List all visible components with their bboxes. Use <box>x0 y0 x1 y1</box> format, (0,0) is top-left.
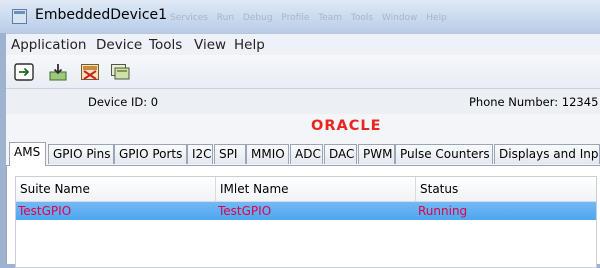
tab-adc[interactable]: ADC <box>290 144 323 164</box>
menu-device[interactable]: Device <box>96 37 142 53</box>
tab-mmio[interactable]: MMIO <box>246 144 289 164</box>
tab-displays-and-input[interactable]: Displays and Inpu <box>494 144 600 164</box>
install-download-icon[interactable] <box>48 63 68 81</box>
table-header: Suite Name IMlet Name Status <box>16 177 596 202</box>
tab-dac[interactable]: DAC <box>324 144 357 164</box>
ams-panel: Suite Name IMlet Name Status TestGPIO Te… <box>6 165 600 268</box>
column-header-imlet-name[interactable]: IMlet Name <box>216 177 416 201</box>
window-titlebar: EmbeddedDevice1 Services Run Debug Profi… <box>0 0 600 33</box>
background-ghost-menu: Services Run Debug Profile Team Tools Wi… <box>170 13 447 23</box>
tab-strip: AMS GPIO Pins GPIO Ports I2C SPI MMIO AD… <box>6 142 600 166</box>
column-header-suite-name[interactable]: Suite Name <box>16 177 216 201</box>
tab-i2c[interactable]: I2C <box>187 144 213 164</box>
tab-pulse-counters[interactable]: Pulse Counters <box>395 144 493 164</box>
screen-display-icon[interactable] <box>110 63 130 81</box>
phone-number-label: Phone Number: 12345 <box>469 95 599 109</box>
run-arrow-icon[interactable] <box>14 63 34 81</box>
tab-spi[interactable]: SPI <box>214 144 246 164</box>
app-icon <box>12 9 27 24</box>
tab-gpio-pins[interactable]: GPIO Pins <box>48 144 114 164</box>
suite-table: Suite Name IMlet Name Status TestGPIO Te… <box>15 176 597 268</box>
device-id-label: Device ID: 0 <box>88 95 159 109</box>
menu-help[interactable]: Help <box>234 37 265 53</box>
main-content: ORACLE AMS GPIO Pins GPIO Ports I2C SPI … <box>6 114 600 268</box>
column-header-status[interactable]: Status <box>416 177 596 201</box>
menu-view[interactable]: View <box>194 37 226 53</box>
cell-imlet-name: TestGPIO <box>218 204 272 218</box>
menu-tools[interactable]: Tools <box>149 37 182 53</box>
tab-gpio-ports[interactable]: GPIO Ports <box>114 144 187 164</box>
cell-suite-name: TestGPIO <box>18 204 72 218</box>
menu-application[interactable]: Application <box>11 37 86 53</box>
tab-ams[interactable]: AMS <box>9 142 46 166</box>
cell-status: Running <box>418 204 468 218</box>
stop-app-icon[interactable] <box>80 63 100 81</box>
oracle-logo: ORACLE <box>311 118 382 134</box>
device-info-bar: Device ID: 0 Phone Number: 12345 <box>6 89 600 114</box>
toolbar <box>6 55 600 89</box>
tab-pwm[interactable]: PWM <box>358 144 395 164</box>
table-row[interactable]: TestGPIO TestGPIO Running <box>16 202 596 220</box>
window-title: EmbeddedDevice1 <box>35 7 168 23</box>
menu-bar: Application Device Tools View Help <box>6 33 600 56</box>
